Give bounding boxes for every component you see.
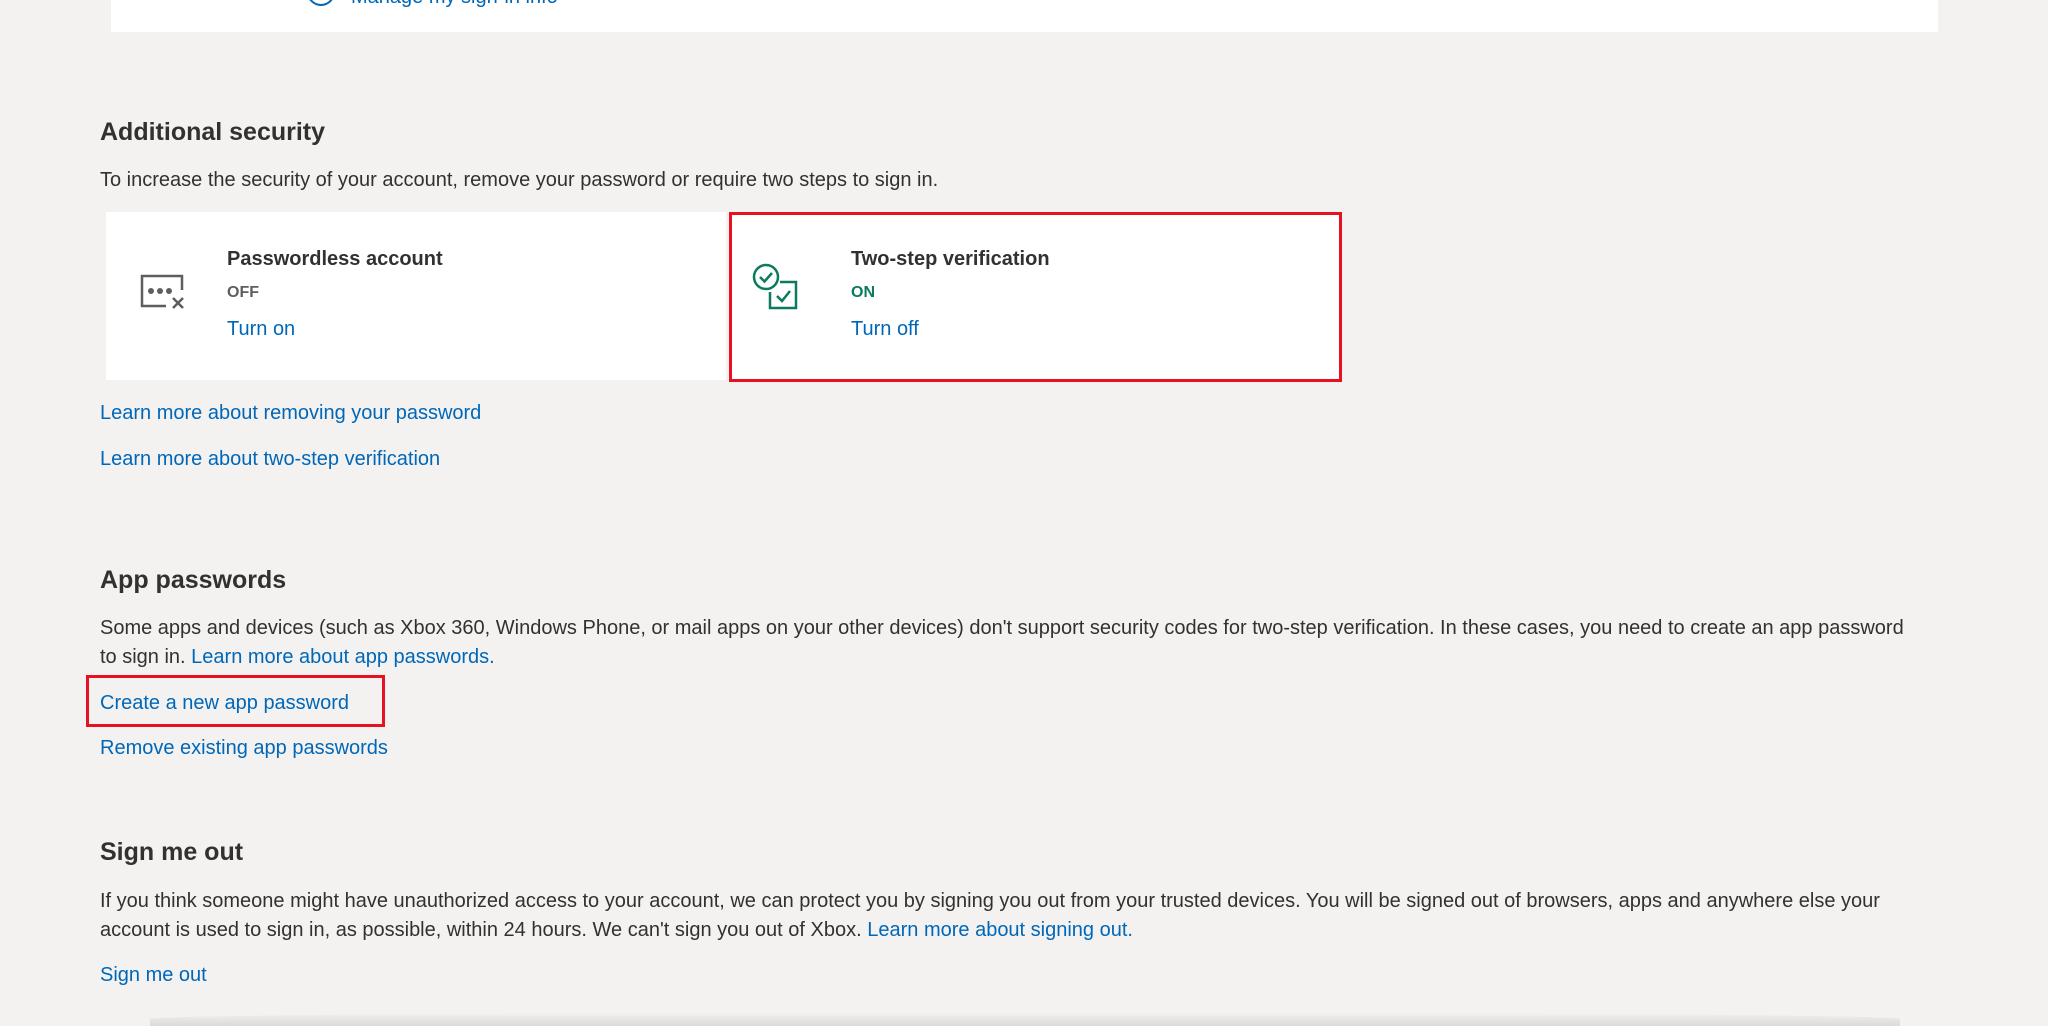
top-partial-link[interactable]: Manage my sign-in info: [351, 0, 558, 9]
passwordless-account-card: Passwordless account OFF Turn on: [106, 212, 726, 380]
top-card-panel: Manage my sign-in info: [111, 0, 1938, 32]
additional-security-heading: Additional security: [100, 118, 326, 146]
two-step-title: Two-step verification: [851, 248, 1050, 270]
additional-security-description: To increase the security of your account…: [100, 169, 939, 191]
remove-app-passwords-link[interactable]: Remove existing app passwords: [100, 735, 388, 761]
create-app-password-link[interactable]: Create a new app password: [100, 690, 349, 716]
passwordless-turn-on-link[interactable]: Turn on: [227, 318, 295, 341]
two-step-turn-off-link[interactable]: Turn off: [851, 318, 919, 341]
passwordless-title: Passwordless account: [227, 248, 443, 270]
learn-more-signing-out-link[interactable]: Learn more about signing out.: [867, 919, 1133, 941]
bottom-panel-shadow: [150, 1012, 1900, 1026]
password-dots-x-icon: [140, 274, 184, 309]
sign-me-out-heading: Sign me out: [100, 838, 244, 866]
account-security-page: Manage my sign-in info Additional securi…: [0, 0, 2048, 1026]
two-step-check-icon: [752, 263, 798, 310]
sign-me-out-link[interactable]: Sign me out: [100, 962, 207, 988]
app-passwords-description: Some apps and devices (such as Xbox 360,…: [100, 614, 1920, 672]
two-step-verification-card: Two-step verification ON Turn off: [730, 212, 1340, 380]
two-step-status-badge: ON: [851, 284, 875, 301]
app-passwords-heading: App passwords: [100, 566, 287, 594]
learn-more-removing-password-link[interactable]: Learn more about removing your password: [100, 400, 481, 426]
sign-me-out-description: If you think someone might have unauthor…: [100, 887, 1920, 945]
learn-more-app-passwords-link[interactable]: Learn more about app passwords.: [191, 646, 495, 668]
passwordless-status-badge: OFF: [227, 284, 259, 301]
info-circle-icon: [307, 0, 335, 6]
learn-more-two-step-link[interactable]: Learn more about two-step verification: [100, 446, 440, 472]
